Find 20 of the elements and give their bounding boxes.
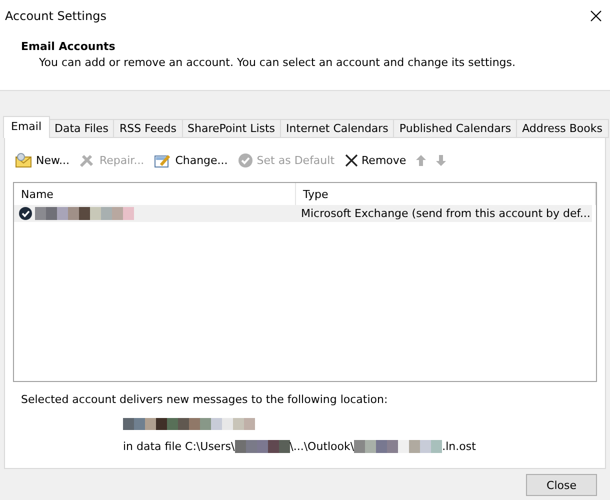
section-title: Email Accounts — [21, 40, 116, 53]
toolbar-button[interactable]: New... — [15, 152, 70, 168]
toolbar-button[interactable]: Change... — [154, 152, 228, 168]
toolbar-button[interactable]: Remove — [344, 154, 406, 166]
close-icon[interactable] — [590, 10, 602, 22]
account-row[interactable]: Microsoft Exchange (send from this account by def... — [14, 205, 592, 222]
tab[interactable]: Email — [3, 116, 50, 138]
redaction-drawing — [234, 440, 290, 453]
document-edit-icon — [154, 152, 172, 168]
table-cell: Microsoft Exchange (send from this account by def... — [301, 207, 590, 220]
tab[interactable]: Address Books — [516, 119, 608, 138]
section-description: You can add or remove an account. You can select an account and change its settings. — [39, 56, 517, 69]
envelope-icon — [15, 152, 32, 168]
close-button[interactable]: Close — [526, 474, 597, 496]
close-icon — [344, 154, 358, 166]
path-text: .ln.ost — [442, 440, 476, 453]
path-text: in data file C:\Users\ — [123, 440, 235, 453]
location-label: Selected account delivers new messages to the following location: — [21, 393, 389, 406]
window-title: Account Settings — [5, 9, 106, 23]
check-circle-icon — [238, 152, 253, 168]
